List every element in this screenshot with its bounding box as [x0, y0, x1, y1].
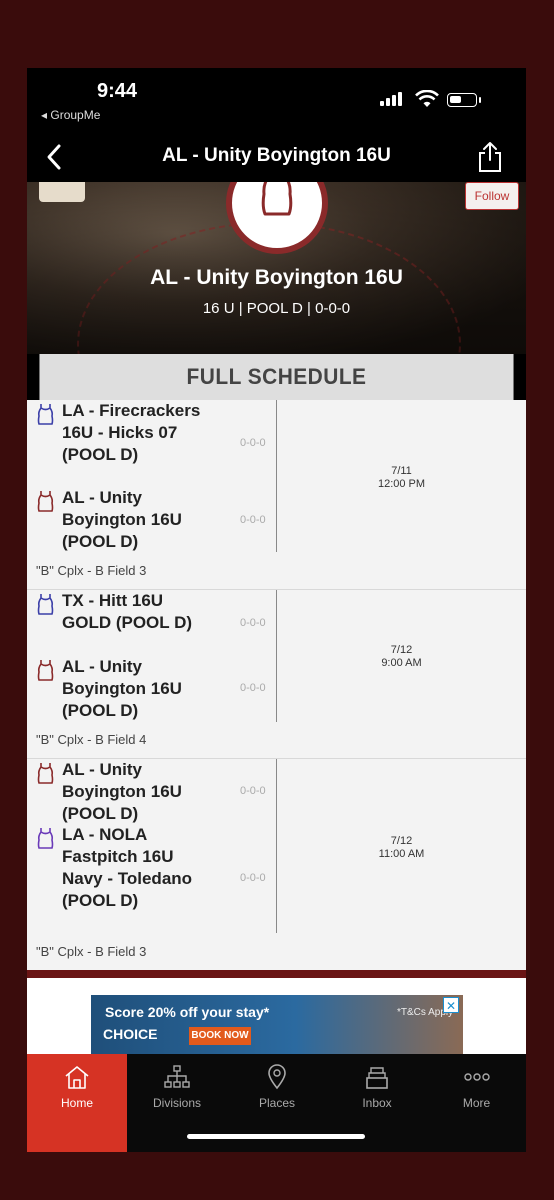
- clock: 9:44: [97, 80, 138, 102]
- jersey-icon: [37, 404, 54, 425]
- tab-label: Divisions: [152, 1096, 201, 1110]
- home-indicator[interactable]: [187, 1134, 365, 1139]
- jersey-icon: [37, 594, 54, 615]
- notes-icon[interactable]: [39, 182, 85, 202]
- game-date: 7/12: [390, 644, 413, 656]
- tab-label: More: [462, 1096, 491, 1110]
- ad-book-now-button[interactable]: BOOK NOW: [189, 1027, 251, 1045]
- tab-label: Places: [258, 1096, 296, 1110]
- phone-screen: 9:44 ◂ GroupMe AL - Unity Boyington 16U: [27, 68, 526, 1152]
- team-name: AL - Unity Boyington 16U (POOL D): [62, 657, 182, 720]
- wifi-icon: [415, 90, 439, 107]
- team-record: 0-0-0: [240, 617, 266, 629]
- schedule-title: FULL SCHEDULE: [39, 354, 514, 400]
- team-record: 0-0-0: [240, 682, 266, 694]
- game-datetime: 7/12 9:00 AM: [277, 644, 526, 670]
- divisions-icon: [164, 1065, 190, 1088]
- team-record: 0-0-0: [240, 437, 266, 449]
- game-time: 9:00 AM: [381, 657, 422, 669]
- signal-icon: [380, 92, 402, 106]
- jersey-icon: [37, 491, 54, 512]
- game-field: "B" Cplx - B Field 3: [36, 944, 147, 959]
- game-date: 7/11: [391, 465, 412, 477]
- game-datetime: 7/11 12:00 PM: [277, 465, 526, 491]
- tab-more[interactable]: More: [427, 1054, 526, 1152]
- game-card[interactable]: LA - Firecrackers 16U - Hicks 07 (POOL D…: [27, 400, 526, 590]
- game-time: 12:00 PM: [377, 478, 426, 490]
- share-icon[interactable]: [477, 140, 503, 174]
- back-to-app-link[interactable]: ◂ GroupMe: [41, 108, 100, 122]
- game-date: 7/12: [390, 835, 413, 847]
- game-field: "B" Cplx - B Field 3: [36, 563, 147, 578]
- team-record: 0-0-0: [240, 785, 266, 797]
- game-field: "B" Cplx - B Field 4: [36, 732, 147, 747]
- team-name: TX - Hitt 16U GOLD (POOL D): [62, 591, 193, 632]
- team-meta: 16 U | POOL D | 0-0-0: [202, 300, 351, 317]
- jersey-icon: [37, 763, 54, 784]
- ad-headline: Score 20% off your stay*: [105, 1004, 270, 1020]
- ad-close-icon[interactable]: ✕: [443, 997, 459, 1013]
- follow-button[interactable]: Follow: [465, 182, 519, 210]
- nav-title: AL - Unity Boyington 16U: [162, 145, 391, 166]
- ad-area: Score 20% off your stay* *T&Cs Apply CHO…: [27, 978, 526, 1054]
- game-datetime: 7/12 11:00 AM: [277, 835, 526, 861]
- tab-bar: Home Divisions Places Inbox More: [27, 1054, 526, 1152]
- team-name: LA - Firecrackers 16U - Hicks 07 (POOL D…: [62, 401, 201, 464]
- tab-label: Inbox: [362, 1096, 392, 1110]
- more-icon: [464, 1073, 490, 1081]
- tab-label: Home: [60, 1096, 93, 1110]
- jersey-icon: [37, 828, 54, 849]
- inbox-icon: [366, 1067, 388, 1089]
- game-card[interactable]: AL - Unity Boyington 16U (POOL D) 0-0-0 …: [27, 759, 526, 970]
- jersey-icon: [37, 660, 54, 681]
- game-card[interactable]: TX - Hitt 16U GOLD (POOL D) 0-0-0 AL - U…: [27, 590, 526, 759]
- tab-home[interactable]: Home: [27, 1054, 127, 1152]
- game-time: 11:00 AM: [378, 848, 425, 860]
- jersey-icon: [261, 182, 293, 216]
- home-icon: [65, 1066, 89, 1089]
- team-record: 0-0-0: [240, 514, 266, 526]
- location-pin-icon: [268, 1064, 286, 1090]
- status-bar: 9:44 ◂ GroupMe: [27, 68, 526, 132]
- section-divider: [27, 970, 526, 978]
- team-name: AL - Unity Boyington 16U: [150, 266, 403, 289]
- schedule-list: LA - Firecrackers 16U - Hicks 07 (POOL D…: [27, 400, 526, 970]
- team-record: 0-0-0: [240, 872, 266, 884]
- nav-bar: AL - Unity Boyington 16U: [27, 132, 526, 182]
- team-header: Follow AL - Unity Boyington 16U 16 U | P…: [27, 182, 526, 354]
- battery-icon: [447, 93, 481, 107]
- team-name: AL - Unity Boyington 16U (POOL D): [62, 760, 182, 823]
- team-name: LA - NOLA Fastpitch 16U Navy - Toledano …: [62, 825, 193, 910]
- ad-banner[interactable]: Score 20% off your stay* *T&Cs Apply CHO…: [91, 995, 463, 1054]
- team-name: AL - Unity Boyington 16U (POOL D): [62, 488, 182, 551]
- ad-brand-logo: CHOICE: [103, 1026, 158, 1042]
